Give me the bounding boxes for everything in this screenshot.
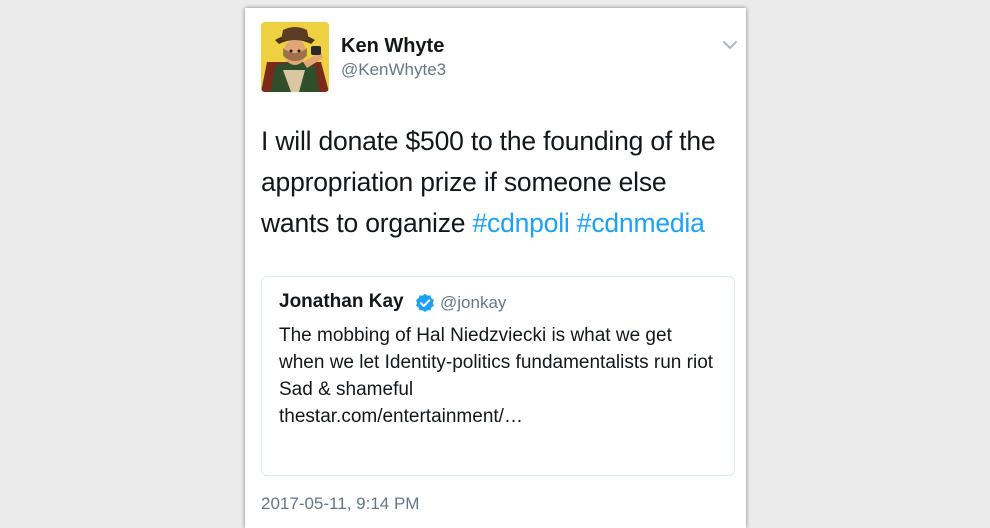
quoted-tweet-text: The mobbing of Hal Niedzviecki is what w… [279,325,714,427]
avatar-image [261,22,329,92]
quoted-tweet-card[interactable]: Jonathan Kay @jonkay The mobbing of Hal … [261,276,735,476]
tweet-card: Ken Whyte @KenWhyte3 I will donate $500 … [245,8,746,528]
quoted-author-name: Jonathan Kay [279,291,404,312]
avatar[interactable] [261,22,329,92]
verified-badge-icon [416,293,434,312]
author-display-name[interactable]: Ken Whyte [341,35,444,58]
quoted-author-handle: @jonkay [440,293,507,312]
author-handle[interactable]: @KenWhyte3 [341,60,446,80]
hashtag-link[interactable]: #cdnpoli [472,208,569,238]
tweet-text: I will donate $500 to the founding of th… [261,121,739,244]
hashtag-link[interactable]: #cdnmedia [577,208,705,238]
chevron-down-icon[interactable] [721,38,739,52]
tweet-timestamp[interactable]: 2017-05-11, 9:14 PM [261,494,419,514]
